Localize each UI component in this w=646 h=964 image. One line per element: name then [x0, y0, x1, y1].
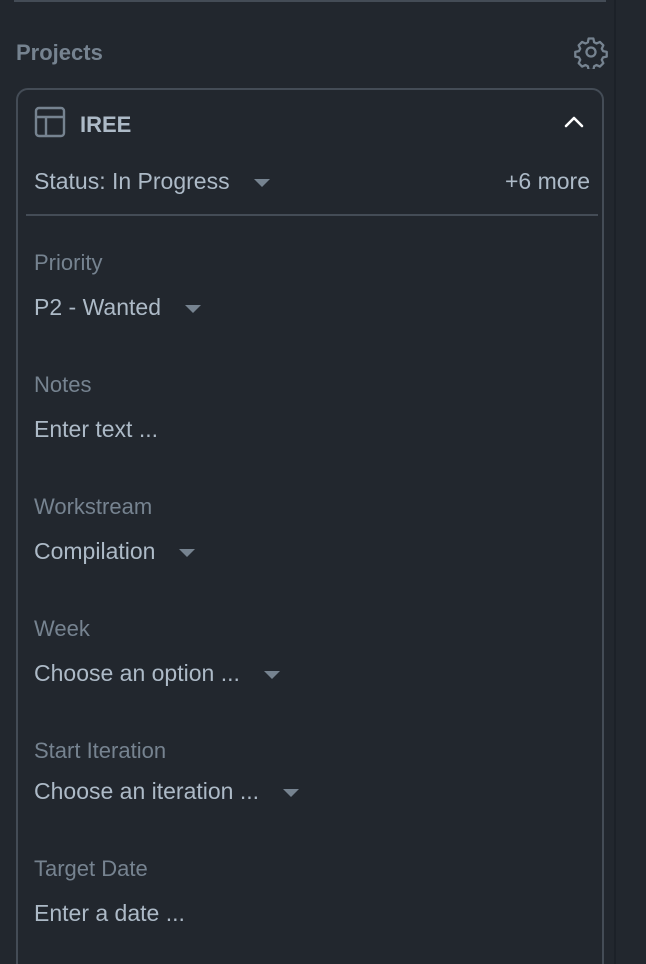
status-value: Status: In Progress	[34, 167, 230, 194]
field-start-iteration: Start Iteration Choose an iteration ...	[34, 736, 590, 806]
workstream-dropdown[interactable]: Compilation	[34, 536, 196, 566]
workstream-value: Compilation	[34, 538, 156, 564]
project-sidebar: Projects IREE Status: In Progress +6 mor…	[0, 0, 646, 964]
gear-icon[interactable]	[574, 35, 608, 72]
start-iteration-value: Choose an iteration ...	[34, 778, 260, 804]
field-label: Priority	[34, 250, 103, 275]
field-priority: Priority P2 - Wanted	[34, 248, 590, 322]
project-card: IREE Status: In Progress +6 more Priorit…	[16, 88, 604, 964]
status-row: Status: In Progress +6 more	[34, 164, 590, 198]
week-dropdown[interactable]: Choose an option ...	[34, 658, 280, 688]
section-title: Projects	[16, 40, 103, 65]
project-name[interactable]: IREE	[80, 112, 131, 138]
field-target-date: Target Date Enter a date ...	[34, 854, 590, 928]
target-date-input[interactable]: Enter a date ...	[34, 898, 185, 928]
table-icon	[34, 106, 66, 138]
projects-section-header: Projects	[16, 32, 608, 74]
field-label: Week	[34, 616, 90, 641]
start-iteration-dropdown[interactable]: Choose an iteration ...	[34, 776, 300, 806]
week-value: Choose an option ...	[34, 660, 240, 686]
priority-value: P2 - Wanted	[34, 294, 161, 320]
top-divider	[14, 0, 606, 2]
field-label: Notes	[34, 372, 92, 397]
chevron-up-icon[interactable]	[558, 106, 590, 138]
field-workstream: Workstream Compilation	[34, 492, 590, 566]
notes-input[interactable]: Enter text ...	[34, 414, 158, 444]
caret-down-icon	[283, 788, 300, 797]
status-dropdown[interactable]: Status: In Progress	[34, 164, 270, 198]
more-fields-link[interactable]: +6 more	[505, 164, 590, 198]
right-divider	[614, 0, 616, 964]
priority-dropdown[interactable]: P2 - Wanted	[34, 292, 201, 322]
field-week: Week Choose an option ...	[34, 614, 590, 688]
caret-down-icon	[253, 178, 270, 187]
caret-down-icon	[263, 670, 280, 679]
field-label: Start Iteration	[34, 738, 167, 763]
project-card-header: IREE	[18, 90, 602, 160]
field-notes: Notes Enter text ...	[34, 370, 590, 444]
card-divider	[26, 214, 598, 216]
field-label: Target Date	[34, 856, 148, 881]
field-label: Workstream	[34, 494, 153, 519]
caret-down-icon	[184, 304, 201, 313]
caret-down-icon	[179, 548, 196, 557]
